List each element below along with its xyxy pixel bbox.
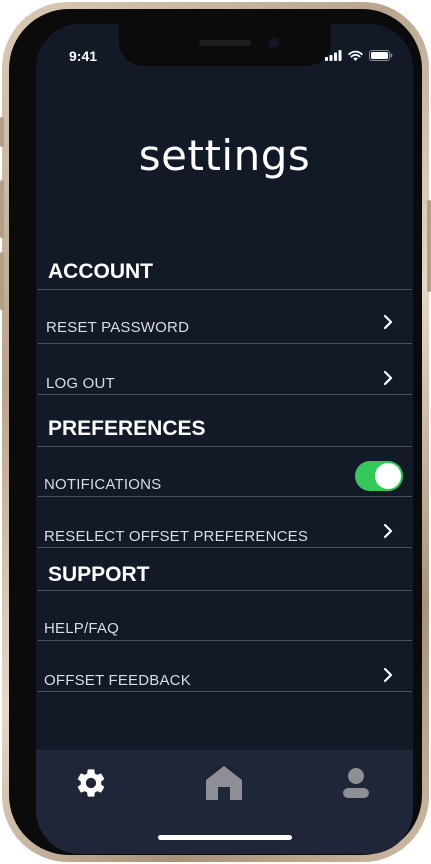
- volume-down-button: [0, 252, 4, 310]
- chevron-right-icon: [383, 370, 393, 386]
- offset-feedback-row[interactable]: OFFSET FEEDBACK: [44, 661, 410, 693]
- signal-icon: [325, 50, 342, 61]
- row-label: HELP/FAQ: [44, 620, 119, 637]
- divider: [38, 691, 412, 692]
- tab-home[interactable]: [204, 764, 244, 802]
- row-label: LOG OUT: [46, 375, 115, 392]
- tab-profile[interactable]: [336, 764, 376, 802]
- notifications-row: NOTIFICATIONS: [44, 461, 410, 497]
- divider: [38, 496, 412, 497]
- section-heading-preferences: PREFERENCES: [48, 417, 206, 440]
- row-label: RESELECT OFFSET PREFERENCES: [44, 528, 309, 545]
- divider: [38, 289, 412, 290]
- divider: [38, 446, 412, 447]
- divider: [38, 590, 412, 591]
- reset-password-row[interactable]: RESET PASSWORD: [46, 308, 410, 340]
- notifications-toggle[interactable]: [355, 461, 403, 491]
- reselect-offset-preferences-row[interactable]: RESELECT OFFSET PREFERENCES: [44, 517, 410, 549]
- tab-settings[interactable]: [71, 764, 111, 802]
- chevron-right-icon: [383, 523, 393, 539]
- tab-bar: [36, 750, 413, 854]
- divider: [38, 547, 412, 548]
- front-camera: [268, 37, 280, 49]
- speaker-grille: [199, 40, 251, 46]
- home-icon: [206, 766, 242, 800]
- phone-frame: 9:41 settings ACCOUNT RESET PASSWORD LOG…: [0, 2, 431, 862]
- row-label: OFFSET FEEDBACK: [44, 672, 191, 689]
- notch: [119, 24, 331, 66]
- status-icons: [325, 50, 393, 61]
- phone-bezel: 9:41 settings ACCOUNT RESET PASSWORD LOG…: [9, 9, 422, 855]
- divider: [38, 343, 412, 344]
- chevron-right-icon: [383, 667, 393, 683]
- divider: [38, 640, 412, 641]
- row-label: NOTIFICATIONS: [44, 476, 162, 493]
- mute-switch: [0, 117, 4, 147]
- status-time: 9:41: [69, 48, 98, 64]
- power-button: [427, 200, 431, 292]
- toggle-knob: [375, 463, 401, 489]
- row-label: RESET PASSWORD: [46, 319, 190, 336]
- chevron-right-icon: [383, 314, 393, 330]
- volume-up-button: [0, 180, 4, 238]
- divider: [38, 394, 412, 395]
- log-out-row[interactable]: LOG OUT: [46, 364, 410, 396]
- wifi-icon: [348, 50, 363, 61]
- home-indicator[interactable]: [158, 835, 292, 840]
- section-heading-account: ACCOUNT: [48, 260, 153, 283]
- gear-icon: [77, 769, 105, 797]
- page-title: settings: [138, 131, 311, 180]
- screen: 9:41 settings ACCOUNT RESET PASSWORD LOG…: [36, 24, 413, 854]
- section-heading-support: SUPPORT: [48, 563, 150, 586]
- help-faq-row[interactable]: HELP/FAQ: [44, 609, 410, 641]
- profile-icon: [343, 768, 369, 798]
- battery-icon: [369, 50, 393, 61]
